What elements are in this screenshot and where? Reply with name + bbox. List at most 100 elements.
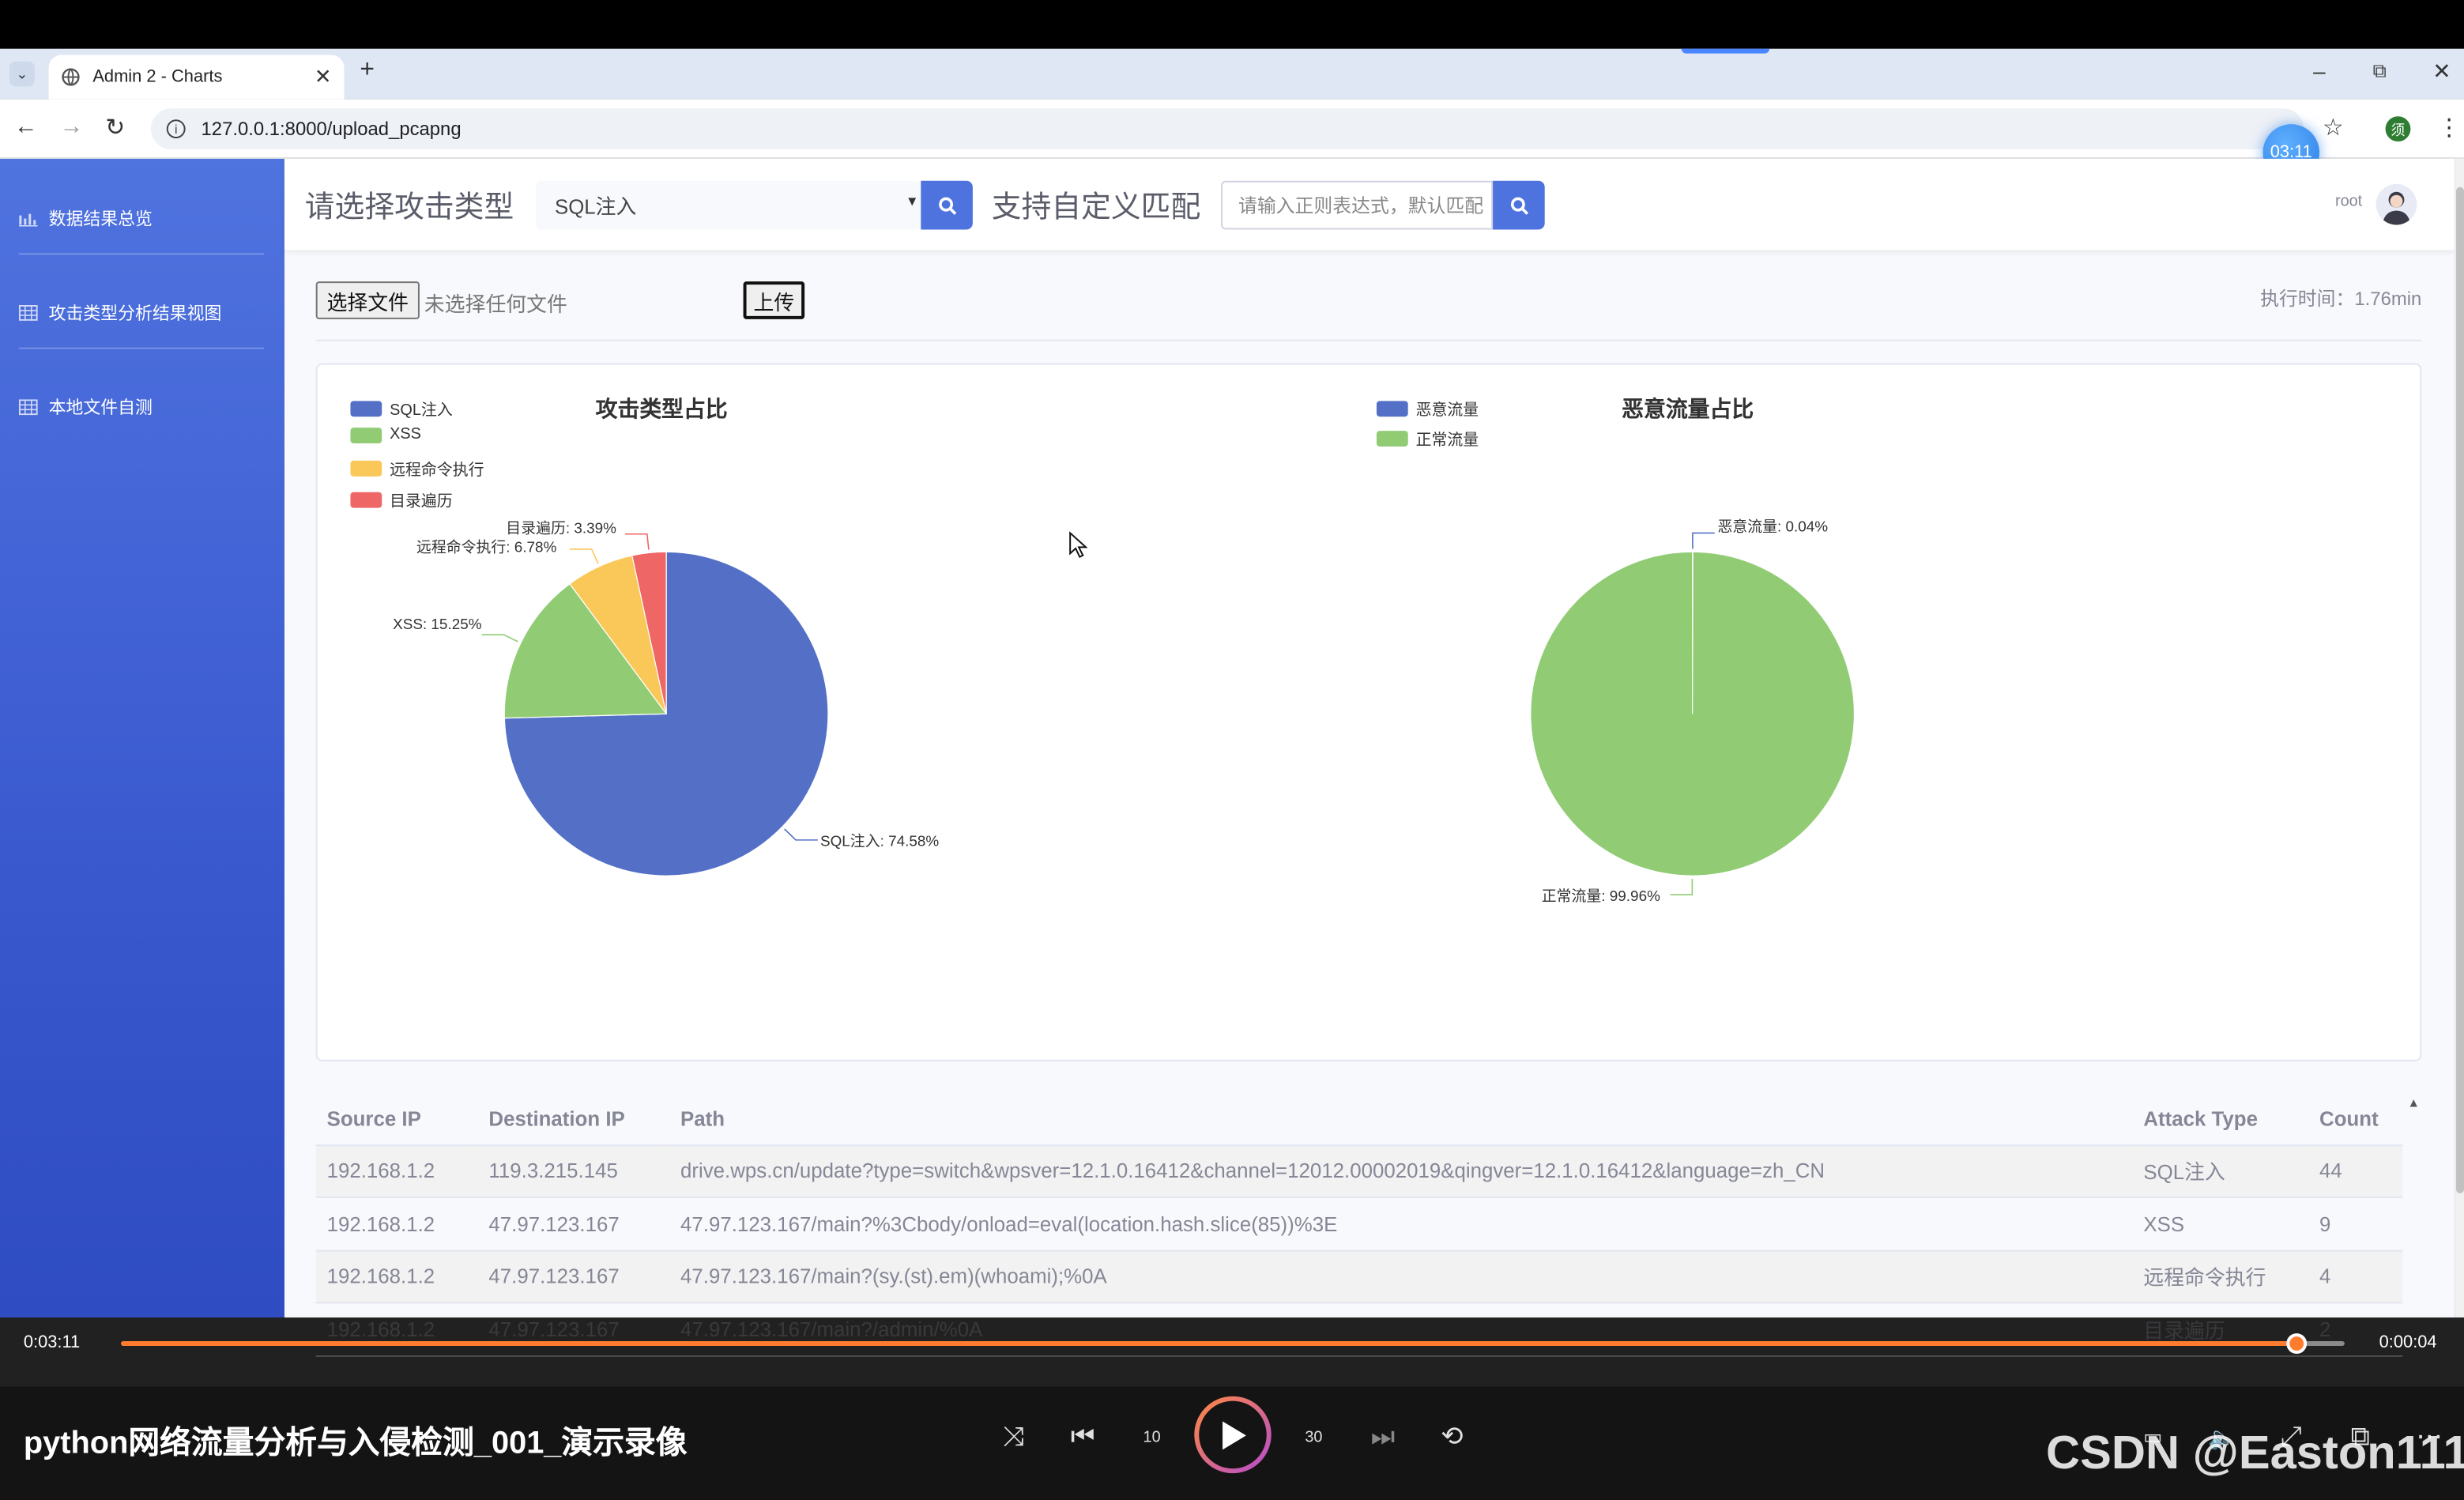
- pie-leader-line: [624, 533, 650, 550]
- seek-track[interactable]: [121, 1333, 2345, 1354]
- pie-label: XSS: 15.25%: [393, 616, 482, 634]
- video-title: python网络流量分析与入侵检测_001_演示录像: [23, 1426, 688, 1461]
- username[interactable]: root: [2335, 194, 2362, 211]
- sidebar-item-label: 攻击类型分析结果视图: [48, 304, 222, 324]
- upload-button[interactable]: 上传: [743, 281, 805, 319]
- sidebar-item-local-test[interactable]: 本地文件自测: [18, 394, 153, 420]
- pie-label: 远程命令执行: 6.78%: [416, 539, 557, 557]
- browser-tab[interactable]: Admin 2 - Charts ✕: [48, 55, 345, 100]
- sidebar-divider: [18, 347, 265, 349]
- cell: 47.97.123.167/main?%3Cbody/onload=eval(l…: [669, 1197, 2133, 1251]
- pie-slice-normal[interactable]: [1530, 551, 1856, 876]
- no-file-text: 未选择任何文件: [424, 292, 567, 316]
- player-progress-bar: 0:03:11 0:00:04: [0, 1317, 2464, 1387]
- attack-type-select[interactable]: SQL注入 ▾: [536, 180, 921, 230]
- attack-select-title: 请选择攻击类型: [304, 191, 514, 225]
- cell: SQL注入: [2132, 1144, 2309, 1198]
- chevron-down-icon: ▾: [908, 193, 917, 211]
- url-text: 127.0.0.1:8000/upload_pcapng: [201, 118, 462, 141]
- profile-avatar-icon[interactable]: 须: [2385, 116, 2411, 142]
- play-icon: [1222, 1420, 1245, 1449]
- next-icon[interactable]: ⏭: [1364, 1419, 1402, 1457]
- column-header[interactable]: Source IP: [315, 1092, 478, 1146]
- previous-icon[interactable]: ⏮: [1064, 1419, 1102, 1457]
- elapsed-time: 0:03:11: [23, 1333, 81, 1352]
- minimize-icon[interactable]: –: [2313, 58, 2326, 84]
- main-content: 请选择攻击类型 SQL注入 ▾ 支持自定义匹配 请输入正则表达式，默认匹配 ro…: [284, 158, 2455, 1356]
- rewind-10-icon[interactable]: 10: [1133, 1419, 1171, 1457]
- results-table: Source IP Destination IP Path Attack Typ…: [315, 1092, 2403, 1356]
- seek-fill: [121, 1341, 2296, 1347]
- divider: [315, 339, 2422, 341]
- player-controls: python网络流量分析与入侵检测_001_演示录像 ⤨ ⏮ 10 30 ⏭ ⟲…: [0, 1386, 2464, 1500]
- custom-match-title: 支持自定义匹配: [991, 191, 1201, 225]
- user-avatar-icon: [2382, 191, 2411, 225]
- attack-type-value: SQL注入: [554, 194, 637, 219]
- cell: 192.168.1.2: [315, 1144, 478, 1198]
- rewind-label: 10: [1143, 1428, 1161, 1446]
- regex-input[interactable]: 请输入正则表达式，默认匹配: [1221, 180, 1494, 230]
- choose-file-button[interactable]: 选择文件: [315, 281, 420, 319]
- tab-close-icon[interactable]: ✕: [315, 65, 332, 90]
- table-row[interactable]: 192.168.1.2 47.97.123.167 47.97.123.167/…: [315, 1249, 2403, 1304]
- column-header[interactable]: Attack Type: [2132, 1092, 2309, 1146]
- new-tab-icon[interactable]: +: [360, 57, 375, 85]
- site-info-icon[interactable]: i: [166, 119, 186, 139]
- seek-thumb[interactable]: [2286, 1333, 2308, 1354]
- table-icon: [18, 399, 38, 416]
- cell: 47.97.123.167: [477, 1197, 670, 1251]
- cell: 192.168.1.2: [315, 1249, 478, 1304]
- regex-search-button[interactable]: [1493, 180, 1545, 230]
- sidebar-item-overview[interactable]: 数据结果总览: [18, 206, 153, 232]
- pie-leader-line: [1692, 532, 1715, 549]
- tab-list-icon[interactable]: ⌄: [9, 61, 35, 87]
- cell: XSS: [2132, 1197, 2309, 1251]
- forward-30-icon[interactable]: 30: [1295, 1419, 1333, 1457]
- column-header[interactable]: Count: [2308, 1092, 2403, 1146]
- repeat-off-icon[interactable]: ⟲: [1434, 1419, 1471, 1457]
- attack-search-button[interactable]: [921, 180, 973, 230]
- mouse-cursor-icon: [1069, 531, 1088, 559]
- column-header[interactable]: Destination IP: [477, 1092, 670, 1146]
- cell: 4: [2308, 1249, 2403, 1304]
- sidebar-item-attack-analysis[interactable]: 攻击类型分析结果视图: [18, 300, 222, 326]
- pie-leader-line: [569, 548, 599, 564]
- restore-icon[interactable]: ⧉: [2373, 60, 2387, 84]
- address-bar: ← → ↻ i 127.0.0.1:8000/upload_pcapng 03:…: [0, 99, 2464, 181]
- chart-card: 攻击类型占比 SQL注入 XSS 远程命令执行 目录遍历 恶意流量占比 恶意流量…: [315, 363, 2422, 1061]
- column-header[interactable]: Path: [669, 1092, 2133, 1146]
- pie-label: SQL注入: 74.58%: [820, 833, 940, 851]
- globe-icon: [62, 68, 80, 86]
- pie-label: 恶意流量: 0.04%: [1717, 518, 1829, 537]
- pie-leader-line: [1670, 879, 1694, 895]
- pie-charts: [481, 532, 1856, 895]
- sidebar-divider: [18, 253, 265, 255]
- pie-leader-line: [784, 828, 818, 841]
- scrollbar-thumb[interactable]: [2456, 187, 2464, 1194]
- play-button[interactable]: [1194, 1396, 1272, 1474]
- url-field[interactable]: i 127.0.0.1:8000/upload_pcapng: [150, 108, 2304, 150]
- regex-placeholder: 请输入正则表达式，默认匹配: [1238, 194, 1484, 217]
- cell: 9: [2308, 1197, 2403, 1251]
- chart-area-icon: [18, 213, 38, 227]
- exec-time: 执行时间：1.76min: [2260, 288, 2422, 310]
- search-icon: [938, 196, 956, 214]
- forward-icon[interactable]: →: [60, 113, 84, 140]
- shuffle-icon[interactable]: ⤨: [995, 1419, 1033, 1457]
- window-close-icon[interactable]: ✕: [2432, 58, 2451, 85]
- table-icon: [18, 304, 38, 321]
- user-avatar[interactable]: [2375, 183, 2417, 225]
- cell: 192.168.1.2: [315, 1197, 478, 1251]
- cell: 44: [2308, 1144, 2403, 1198]
- browser-menu-icon[interactable]: ⋮: [2437, 113, 2461, 141]
- topbar: 请选择攻击类型 SQL注入 ▾ 支持自定义匹配 请输入正则表达式，默认匹配 ro…: [284, 158, 2455, 251]
- bookmark-star-icon[interactable]: ☆: [2323, 113, 2344, 141]
- table-row[interactable]: 192.168.1.2 47.97.123.167 47.97.123.167/…: [315, 1197, 2403, 1251]
- table-header-row: Source IP Destination IP Path Attack Typ…: [315, 1092, 2403, 1146]
- table-row[interactable]: 192.168.1.2 119.3.215.145 drive.wps.cn/u…: [315, 1144, 2403, 1198]
- scroll-up-icon[interactable]: ▲: [2407, 1096, 2420, 1110]
- back-icon[interactable]: ←: [14, 113, 38, 140]
- page-scrollbar[interactable]: [2455, 158, 2464, 1318]
- reload-icon[interactable]: ↻: [105, 113, 125, 141]
- watermark: CSDN @Easton111: [2046, 1427, 2464, 1480]
